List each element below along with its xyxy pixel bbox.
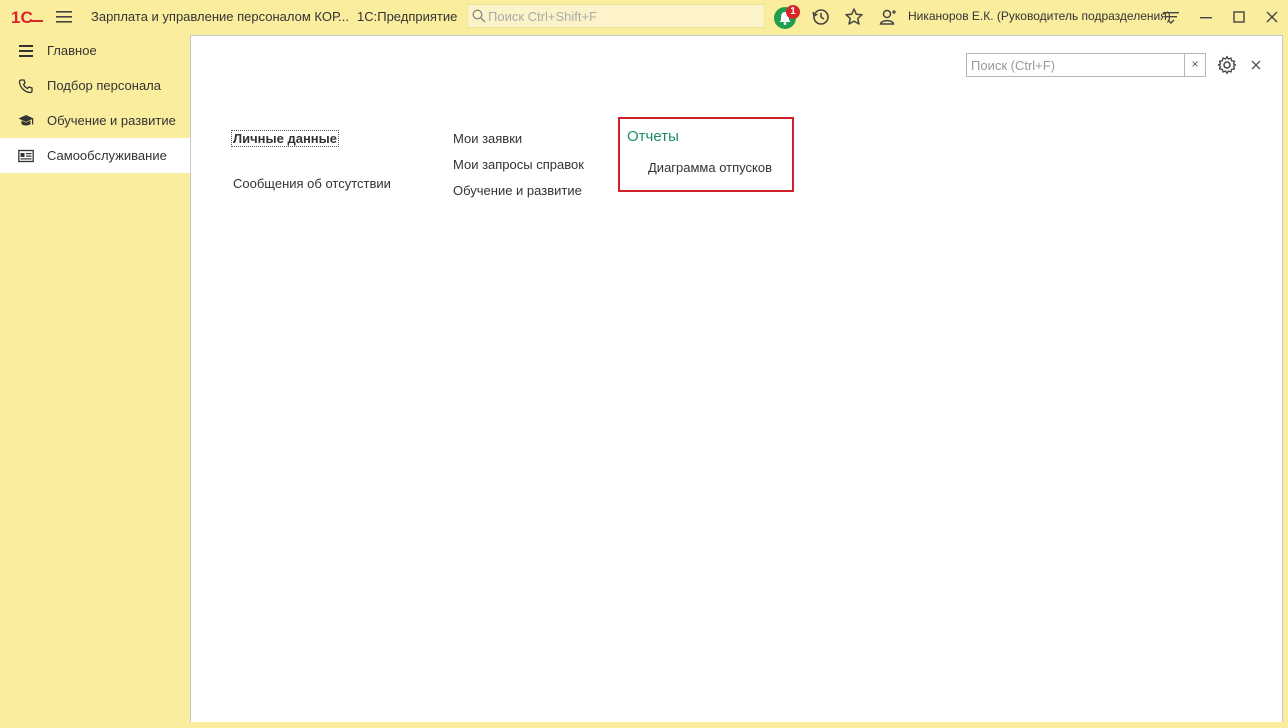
global-search-input[interactable] [488,7,758,25]
panel-search-input[interactable] [971,56,1181,74]
svg-text:1С: 1С [11,8,33,27]
notifications-button[interactable]: 1 [774,5,800,29]
clear-search-button[interactable]: × [1184,54,1205,76]
menu-lines-icon [19,45,33,57]
user-name[interactable]: Никаноров Е.К. (Руководитель подразделен… [908,9,1171,23]
hamburger-menu-icon[interactable] [56,10,72,24]
close-panel-icon[interactable] [1248,57,1264,73]
star-icon[interactable] [843,6,865,28]
gear-icon[interactable] [1217,55,1237,75]
settings-menu-icon[interactable] [1161,7,1181,27]
link-personal-data[interactable]: Личные данные [231,130,339,147]
bottom-strip [190,722,1288,728]
sidebar-item-self-service[interactable]: Самообслуживание [0,138,190,173]
phone-icon [18,79,33,94]
link-my-certificate-requests[interactable]: Мои запросы справок [453,157,584,172]
sidebar-item-label: Главное [47,43,97,58]
panel-search[interactable]: × [966,53,1206,77]
notification-badge: 1 [786,5,800,19]
platform-title: 1С:Предприятие [357,9,458,24]
sidebar: Главное Подбор персонала Обучение и разв… [0,33,190,728]
sidebar-item-main[interactable]: Главное [0,33,190,68]
global-search[interactable] [467,4,765,28]
reports-section-title: Отчеты [627,128,679,145]
history-icon[interactable] [810,6,832,28]
link-training[interactable]: Обучение и развитие [453,183,582,198]
app-title: Зарплата и управление персоналом КОР... [91,9,349,24]
link-absence-messages[interactable]: Сообщения об отсутствии [233,176,391,191]
1c-logo-icon[interactable]: 1С [11,7,45,27]
id-card-icon [18,149,34,163]
sidebar-item-training[interactable]: Обучение и развитие [0,103,190,138]
close-window-icon[interactable] [1262,7,1282,27]
sidebar-item-label: Самообслуживание [47,148,167,163]
section-panel: × Личные данные Сообщения об отсутствии … [190,35,1283,723]
user-icon[interactable] [877,6,899,28]
link-vacation-chart-report[interactable]: Диаграмма отпусков [648,160,772,175]
link-my-requests[interactable]: Мои заявки [453,131,522,146]
search-icon [472,9,486,23]
minimize-icon[interactable] [1196,7,1216,27]
title-bar: 1С Зарплата и управление персоналом КОР.… [0,0,1288,33]
sidebar-item-recruiting[interactable]: Подбор персонала [0,68,190,103]
graduation-cap-icon [18,115,34,126]
sidebar-item-label: Обучение и развитие [47,113,176,128]
sidebar-item-label: Подбор персонала [47,78,161,93]
maximize-icon[interactable] [1229,7,1249,27]
